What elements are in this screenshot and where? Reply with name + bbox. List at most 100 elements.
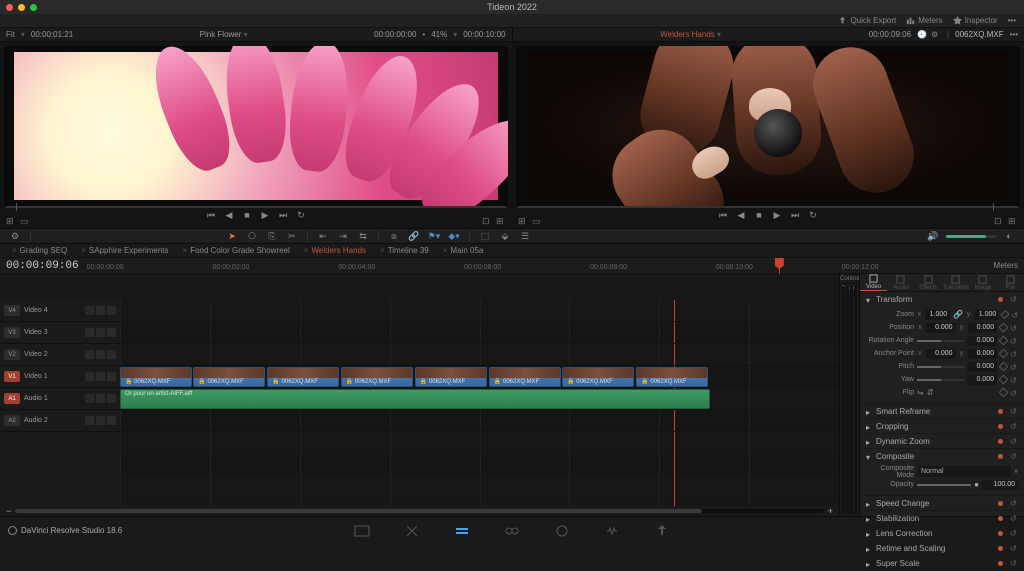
track-lane-v2[interactable] — [120, 344, 839, 366]
index-icon[interactable]: ☰ — [518, 229, 532, 243]
fusion-page-icon[interactable] — [501, 520, 523, 542]
reset-icon[interactable]: ↺ — [1010, 350, 1018, 358]
pos-y-field[interactable]: 0.000 — [968, 323, 998, 333]
keyframe-icon[interactable] — [999, 336, 1009, 346]
track-lane-a2[interactable] — [120, 410, 839, 432]
composite-mode-select[interactable]: Normal — [917, 466, 1011, 477]
opacity-field[interactable]: 100.00 — [982, 480, 1018, 490]
video-clip[interactable]: 🔒 0062XQ.MXF — [562, 367, 634, 387]
rec-stop-icon[interactable]: ■ — [753, 209, 765, 221]
track-lanes[interactable]: 🔒 0062XQ.MXF🔒 0062XQ.MXF🔒 0062XQ.MXF🔒 00… — [120, 300, 839, 506]
inspector-tab-transition[interactable]: Transition — [942, 274, 969, 291]
trim-tool-icon[interactable]: ⎔ — [245, 229, 259, 243]
more-icon[interactable]: ••• — [1010, 30, 1018, 39]
dynamic-trim-icon[interactable]: ⎘ — [265, 229, 279, 243]
reset-icon[interactable]: ↺ — [1010, 422, 1018, 430]
blade-tool-icon[interactable]: ✂ — [285, 229, 299, 243]
color-page-icon[interactable] — [551, 520, 573, 542]
track-lock-icon[interactable] — [85, 306, 94, 315]
track-enable-icon[interactable] — [96, 328, 105, 337]
close-tab-icon[interactable]: × — [304, 246, 309, 255]
inspector-tab-video[interactable]: Video — [860, 274, 887, 291]
rec-loop-icon[interactable]: ↻ — [807, 209, 819, 221]
timeline-tab[interactable]: ×Grading SEQ — [6, 245, 73, 256]
pitch-field[interactable]: 0.000 — [967, 362, 997, 372]
meters-button[interactable]: Meters — [906, 16, 942, 25]
close-tab-icon[interactable]: × — [443, 246, 448, 255]
src-play-icon[interactable]: ▶ — [259, 209, 271, 221]
src-stop-icon[interactable]: ■ — [241, 209, 253, 221]
src-match-frame-icon[interactable]: ⊡ — [482, 216, 492, 226]
timeline-scrollbar[interactable]: − + — [0, 506, 839, 516]
rotation-slider[interactable] — [917, 340, 964, 342]
reset-icon[interactable]: ↺ — [1010, 407, 1018, 415]
zoom-x-field[interactable]: 1.000 — [925, 310, 950, 320]
timeline-tab[interactable]: ×Welders Hands — [298, 245, 372, 256]
source-zoom[interactable]: 41% — [431, 30, 447, 39]
reset-icon[interactable]: ↺ — [1010, 559, 1018, 567]
flag-icon[interactable]: ⚑▾ — [427, 229, 441, 243]
reset-icon[interactable]: ↺ — [1010, 437, 1018, 445]
tl-options-icon[interactable]: ⚙ — [8, 229, 22, 243]
fit-dropdown[interactable]: Fit — [6, 30, 15, 39]
track-header-v3[interactable]: V3Video 3 — [0, 322, 120, 344]
track-enable-icon[interactable] — [96, 394, 105, 403]
cut-page-icon[interactable] — [401, 520, 423, 542]
quick-export-button[interactable]: Quick Export — [838, 16, 896, 25]
track-header-v2[interactable]: V2Video 2 — [0, 344, 120, 366]
inspector-section-header[interactable]: ▸Lens Correction↺ — [860, 526, 1024, 540]
rotation-field[interactable]: 0.000 — [967, 336, 997, 346]
reset-icon[interactable]: ↺ — [1010, 337, 1018, 345]
track-lock-icon[interactable] — [85, 372, 94, 381]
track-opts-icon[interactable] — [107, 416, 116, 425]
deliver-page-icon[interactable] — [651, 520, 673, 542]
record-viewer[interactable]: ⊞▭ ⊡⊞ ⏮ ◀ ■ ▶ ⏭ ↻ — [512, 42, 1024, 228]
timeline-ruler[interactable]: 00:00:00:0000:00:02:0000:00:04:0000:00:0… — [87, 258, 986, 273]
src-first-frame-icon[interactable]: ⏮ — [205, 209, 217, 221]
volume-slider[interactable] — [946, 235, 996, 238]
reset-icon[interactable]: ↺ — [1010, 529, 1018, 537]
opacity-slider[interactable] — [917, 484, 971, 486]
src-next-frame-icon[interactable]: ⏭ — [277, 209, 289, 221]
inspector-section-header[interactable]: ▸Cropping↺ — [860, 419, 1024, 433]
snap-icon[interactable]: ⧈ — [387, 229, 401, 243]
track-header-v4[interactable]: V4Video 4 — [0, 300, 120, 322]
insert-icon[interactable]: ⇤ — [316, 229, 330, 243]
record-scrubber[interactable] — [518, 206, 1018, 208]
video-clip[interactable]: 🔒 0062XQ.MXF — [636, 367, 708, 387]
edit-page-icon[interactable] — [451, 520, 473, 542]
reset-icon[interactable]: ↺ — [1010, 389, 1018, 397]
record-timeline-name[interactable]: Welders Hands — [660, 30, 715, 39]
src-loop-icon[interactable]: ↻ — [295, 209, 307, 221]
record-clock-icon[interactable]: 🕘 — [917, 30, 927, 40]
src-corner-icon[interactable]: ▭ — [20, 216, 30, 226]
reset-icon[interactable]: ↺ — [1010, 324, 1018, 332]
close-tab-icon[interactable]: × — [380, 246, 385, 255]
pos-x-field[interactable]: 0.000 — [926, 323, 956, 333]
inspector-tab-audio[interactable]: Audio — [887, 274, 914, 291]
track-lock-icon[interactable] — [85, 350, 94, 359]
keyframe-icon[interactable] — [999, 375, 1009, 385]
source-viewer[interactable]: ⊞▭ ⊡⊞ ⏮ ◀ ■ ▶ ⏭ ↻ — [0, 42, 512, 228]
track-header-a1[interactable]: A1Audio 1 — [0, 388, 120, 410]
track-lock-icon[interactable] — [85, 328, 94, 337]
inspector-section-header[interactable]: ▸Retime and Scaling↺ — [860, 541, 1024, 555]
track-enable-icon[interactable] — [96, 350, 105, 359]
rec-first-frame-icon[interactable]: ⏮ — [717, 209, 729, 221]
video-clip[interactable]: 🔒 0062XQ.MXF — [341, 367, 413, 387]
track-enable-icon[interactable] — [96, 306, 105, 315]
track-opts-icon[interactable] — [107, 394, 116, 403]
inspector-tab-effects[interactable]: Effects — [915, 274, 942, 291]
rec-play-icon[interactable]: ▶ — [771, 209, 783, 221]
reset-icon[interactable]: ↺ — [1010, 376, 1018, 384]
yaw-field[interactable]: 0.000 — [967, 375, 997, 385]
record-settings-icon[interactable]: ⚙ — [931, 30, 941, 40]
overwrite-icon[interactable]: ⇥ — [336, 229, 350, 243]
close-tab-icon[interactable]: × — [183, 246, 188, 255]
inspector-section-header[interactable]: ▸Speed Change↺ — [860, 496, 1024, 510]
marker-icon[interactable]: ◆▾ — [447, 229, 461, 243]
rec-prev-frame-icon[interactable]: ◀ — [735, 209, 747, 221]
src-prev-frame-icon[interactable]: ◀ — [223, 209, 235, 221]
inspector-tab-image[interactable]: Image — [969, 274, 996, 291]
minimize-window-icon[interactable] — [18, 4, 25, 11]
